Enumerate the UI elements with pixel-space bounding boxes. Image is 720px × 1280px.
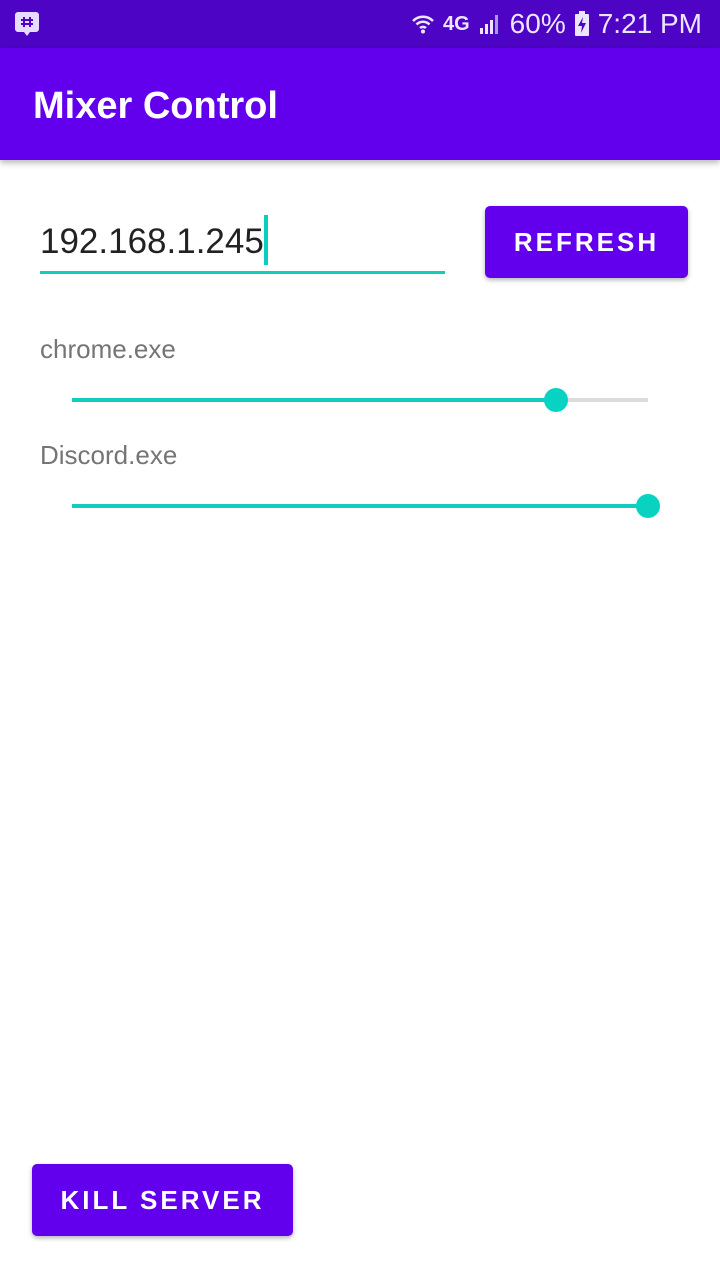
battery-percent: 60% — [509, 8, 566, 39]
status-bar: 4G 60% 7:21 PM — [0, 0, 720, 48]
wifi-icon — [412, 15, 434, 34]
slider-fill — [72, 504, 648, 508]
signal-bars-icon — [479, 15, 498, 34]
ip-address-value: 192.168.1.245 — [40, 222, 264, 261]
session-label-discord: Discord.exe — [40, 440, 178, 470]
slider-thumb[interactable] — [636, 494, 660, 518]
ip-address-text-wrap: 192.168.1.245 — [40, 214, 268, 269]
session-label-chrome: chrome.exe — [40, 334, 176, 364]
refresh-button[interactable]: REFRESH — [485, 206, 688, 278]
kill-server-button[interactable]: KILL SERVER — [32, 1164, 293, 1236]
text-cursor — [263, 214, 268, 265]
clock: 7:21 PM — [597, 8, 702, 39]
grid-chat-icon — [15, 12, 39, 36]
ip-address-input[interactable]: 192.168.1.245 — [40, 210, 445, 274]
volume-slider-chrome[interactable] — [72, 380, 648, 420]
network-type-label: 4G — [442, 12, 470, 35]
slider-thumb[interactable] — [543, 388, 568, 412]
app-title: Mixer Control — [33, 85, 278, 127]
input-underline — [40, 271, 445, 274]
volume-slider-discord[interactable] — [72, 486, 660, 526]
slider-fill — [72, 398, 556, 402]
battery-charging-icon — [574, 11, 589, 36]
